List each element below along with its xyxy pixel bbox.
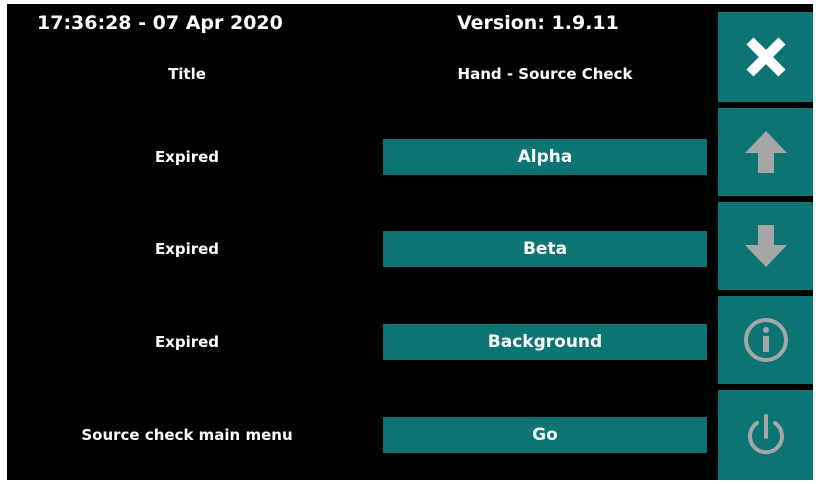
power-icon	[747, 414, 784, 455]
power-button[interactable]	[718, 390, 813, 480]
main-menu-label: Source check main menu	[81, 426, 293, 444]
info-button[interactable]	[718, 296, 813, 384]
version-label: Version: 1.9.11	[457, 12, 619, 34]
info-icon	[743, 318, 788, 362]
arrow-up-icon	[744, 131, 787, 173]
datetime: 17:36:28 - 07 Apr 2020	[37, 12, 283, 34]
beta-button[interactable]: Beta	[383, 231, 707, 267]
close-button[interactable]	[718, 12, 813, 102]
close-icon	[745, 37, 786, 77]
alpha-status: Expired	[154, 148, 220, 166]
go-button[interactable]: Go	[383, 417, 707, 453]
arrow-down-icon	[744, 225, 787, 267]
beta-status: Expired	[154, 240, 220, 258]
title-label: Title	[168, 65, 206, 83]
title-value: Hand - Source Check	[457, 65, 633, 83]
background-button[interactable]: Background	[383, 324, 707, 360]
scroll-down-button[interactable]	[718, 202, 813, 290]
screen: 17:36:28 - 07 Apr 2020 Version: 1.9.11 T…	[7, 4, 813, 480]
background-status: Expired	[154, 333, 220, 351]
alpha-button[interactable]: Alpha	[383, 139, 707, 175]
scroll-up-button[interactable]	[718, 108, 813, 196]
